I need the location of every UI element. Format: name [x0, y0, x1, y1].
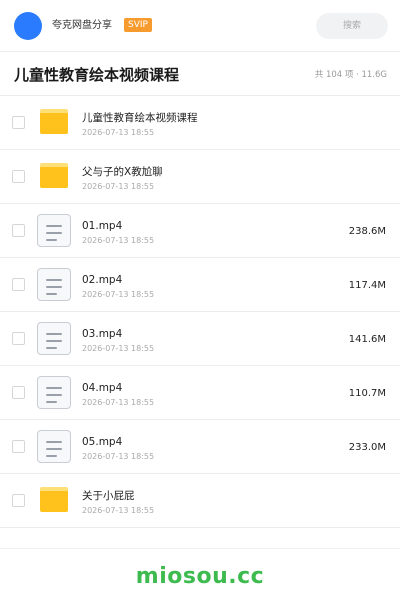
item-name[interactable]: 儿童性教育绘本视频课程: [82, 111, 198, 125]
item-size: 233.0M: [348, 442, 386, 453]
item-date: 2026-07-13 18:55: [82, 290, 155, 299]
item-size: 110.7M: [348, 388, 386, 399]
list-item[interactable]: 儿童性教育绘本视频课程 2026-07-13 18:55: [0, 96, 400, 150]
folder-summary: 共 104 项 · 11.6G: [314, 70, 387, 80]
item-name[interactable]: 父与子的X教尬聊: [82, 165, 163, 179]
folder-icon: [40, 163, 68, 188]
list-item[interactable]: 02.mp4 2026-07-13 18:55 117.4M: [0, 258, 400, 312]
item-date: 2026-07-13 18:55: [82, 506, 155, 515]
search-input[interactable]: 搜索: [316, 13, 388, 39]
file-icon: [37, 376, 71, 409]
file-list: 儿童性教育绘本视频课程 2026-07-13 18:55 父与子的X教尬聊 2026-…: [0, 96, 400, 528]
folder-icon: [40, 487, 68, 512]
select-checkbox[interactable]: [12, 332, 25, 345]
list-item[interactable]: 01.mp4 2026-07-13 18:55 238.6M: [0, 204, 400, 258]
file-icon: [37, 214, 71, 247]
file-icon: [37, 322, 71, 355]
list-item[interactable]: 父与子的X教尬聊 2026-07-13 18:55: [0, 150, 400, 204]
page-title: 儿童性教育绘本视频课程: [14, 66, 180, 84]
select-checkbox[interactable]: [12, 494, 25, 507]
item-size: 117.4M: [348, 280, 386, 291]
watermark: miosou.cc: [135, 564, 265, 589]
item-name[interactable]: 03.mp4: [82, 327, 122, 341]
item-size: 238.6M: [348, 226, 386, 237]
file-icon: [37, 430, 71, 463]
select-checkbox[interactable]: [12, 386, 25, 399]
select-checkbox[interactable]: [12, 440, 25, 453]
item-date: 2026-07-13 18:55: [82, 344, 155, 353]
footer: miosou.cc: [0, 548, 400, 600]
select-checkbox[interactable]: [12, 278, 25, 291]
item-date: 2026-07-13 18:55: [82, 452, 155, 461]
share-name: 夸克网盘分享: [52, 20, 112, 31]
list-item[interactable]: 关于小屁屁 2026-07-13 18:55: [0, 474, 400, 528]
item-name[interactable]: 04.mp4: [82, 381, 122, 395]
list-item[interactable]: 05.mp4 2026-07-13 18:55 233.0M: [0, 420, 400, 474]
select-checkbox[interactable]: [12, 116, 25, 129]
share-header: 夸克网盘分享 SVIP 搜索: [0, 0, 400, 52]
item-date: 2026-07-13 18:55: [82, 398, 155, 407]
file-icon: [37, 268, 71, 301]
select-checkbox[interactable]: [12, 224, 25, 237]
item-date: 2026-07-13 18:55: [82, 236, 155, 245]
svip-badge: SVIP: [124, 18, 152, 32]
item-date: 2026-07-13 18:55: [82, 128, 155, 137]
list-item[interactable]: 04.mp4 2026-07-13 18:55 110.7M: [0, 366, 400, 420]
item-size: 141.6M: [348, 334, 386, 345]
list-item[interactable]: 03.mp4 2026-07-13 18:55 141.6M: [0, 312, 400, 366]
item-date: 2026-07-13 18:55: [82, 182, 155, 191]
select-checkbox[interactable]: [12, 170, 25, 183]
item-name[interactable]: 关于小屁屁: [82, 489, 135, 503]
folder-title-bar: 儿童性教育绘本视频课程 共 104 项 · 11.6G: [0, 52, 400, 96]
item-name[interactable]: 01.mp4: [82, 219, 122, 233]
avatar[interactable]: [14, 12, 42, 40]
item-name[interactable]: 05.mp4: [82, 435, 122, 449]
item-name[interactable]: 02.mp4: [82, 273, 122, 287]
folder-icon: [40, 109, 68, 134]
